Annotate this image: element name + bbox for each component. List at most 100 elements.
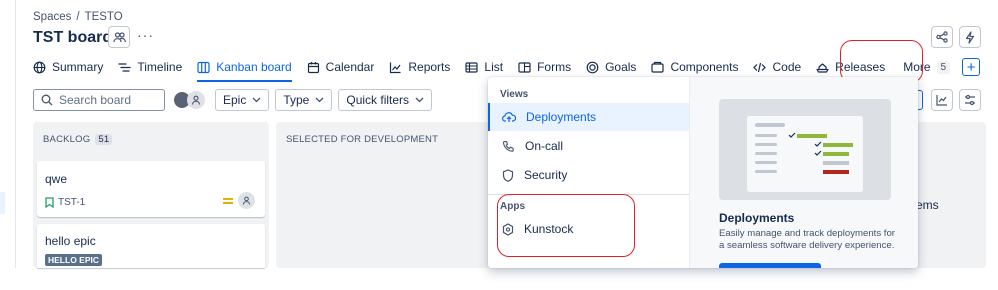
view-settings-button[interactable] <box>959 89 981 111</box>
add-view-button[interactable]: + <box>962 58 981 76</box>
view-preview-panel: Deployments Easily manage and track depl… <box>689 77 918 268</box>
breadcrumb-spaces[interactable]: Spaces <box>33 11 71 23</box>
breadcrumb: Spaces / TESTO <box>33 11 123 23</box>
share-icon <box>936 31 948 43</box>
tab-label: List <box>484 60 504 74</box>
column-title: BACKLOG <box>43 134 91 145</box>
chart-line-icon <box>936 95 947 106</box>
code-icon <box>753 62 767 72</box>
more-tab-count: 5 <box>936 60 951 74</box>
issue-card[interactable]: hello epic HELLO EPIC <box>37 224 265 268</box>
card-key-text: TST-1 <box>58 197 86 208</box>
tab-timeline[interactable]: Timeline <box>118 56 182 78</box>
menu-item-deployments[interactable]: Deployments <box>488 103 689 131</box>
menu-divider <box>488 194 689 195</box>
type-filter[interactable]: Type <box>275 89 333 111</box>
breadcrumb-project[interactable]: TESTO <box>85 11 123 23</box>
deployments-illustration <box>719 99 891 200</box>
board-more-actions[interactable]: ··· <box>137 27 154 43</box>
column-placeholder-text: ems <box>916 198 939 212</box>
tab-label: Timeline <box>137 60 183 74</box>
column-count: 51 <box>95 134 113 145</box>
insights-button[interactable] <box>931 89 953 111</box>
menu-item-label: Deployments <box>526 110 597 124</box>
assignee-avatar[interactable] <box>238 192 255 209</box>
tab-label: Kanban board <box>216 60 292 74</box>
tab-code[interactable]: Code <box>753 56 801 78</box>
epic-filter-label: Epic <box>223 93 247 107</box>
tab-list[interactable]: List <box>465 56 503 78</box>
search-placeholder: Search board <box>59 93 132 107</box>
tab-calendar[interactable]: Calendar <box>307 56 374 78</box>
column-header: BACKLOG 51 <box>43 134 113 145</box>
menu-item-label: On-call <box>525 139 564 153</box>
tab-label: Components <box>670 60 739 74</box>
epic-badge: HELLO EPIC <box>45 254 103 266</box>
people-icon <box>112 31 126 42</box>
tab-reports[interactable]: Reports <box>389 56 450 78</box>
tab-label: Releases <box>835 60 886 74</box>
tab-components[interactable]: Components <box>651 56 738 78</box>
list-icon <box>465 61 478 73</box>
chart-line-icon <box>390 62 401 73</box>
menu-item-on-call[interactable]: On-call <box>488 132 689 160</box>
epic-filter[interactable]: Epic <box>215 89 270 111</box>
menu-item-security[interactable]: Security <box>488 161 689 189</box>
column-header: SELECTED FOR DEVELOPMENT <box>286 134 438 145</box>
view-tabs: Summary Timeline Kanban board Calendar R… <box>33 55 981 82</box>
tab-label: Forms <box>537 60 572 74</box>
apps-heading: Apps <box>500 201 525 212</box>
timeline-icon <box>118 62 131 72</box>
story-icon <box>45 197 54 208</box>
chevron-down-icon <box>252 97 261 103</box>
more-views-menu: Views Deployments On-call Security Apps … <box>488 77 689 268</box>
hexagon-icon <box>502 222 514 236</box>
tab-label: Reports <box>408 60 451 74</box>
left-sidebar-edge <box>0 0 16 268</box>
team-button[interactable] <box>108 26 130 48</box>
column-backlog: BACKLOG 51 qwe TST-1 hello epic HELLO EP… <box>33 122 269 268</box>
tab-forms[interactable]: Forms <box>518 56 571 78</box>
ship-icon <box>816 62 829 73</box>
preview-description: Easily manage and track deployments for … <box>719 228 895 251</box>
shield-icon <box>502 168 514 182</box>
calendar-icon <box>307 61 319 73</box>
page-title: TST board <box>33 29 113 46</box>
more-tab-label: More <box>903 60 931 74</box>
globe-icon <box>33 61 46 73</box>
card-title: qwe <box>45 172 68 186</box>
tab-label: Code <box>772 60 802 74</box>
menu-item-label: Kunstock <box>524 222 574 236</box>
tab-label: Summary <box>52 60 104 74</box>
tab-more[interactable]: More 5 + <box>903 58 981 76</box>
more-views-dropdown: Views Deployments On-call Security Apps … <box>488 77 918 268</box>
person-icon <box>191 95 201 105</box>
person-icon <box>242 196 251 205</box>
tab-label: Goals <box>605 60 637 74</box>
quick-filters-label: Quick filters <box>346 93 410 107</box>
phone-icon <box>502 140 514 152</box>
cloud-upload-icon <box>502 112 516 122</box>
tab-goals[interactable]: Goals <box>586 56 636 78</box>
tab-kanban-board[interactable]: Kanban board <box>197 56 293 82</box>
target-icon <box>586 61 599 73</box>
issue-card[interactable]: qwe TST-1 <box>37 161 265 217</box>
chevron-down-icon <box>415 97 424 103</box>
tab-summary[interactable]: Summary <box>33 56 103 78</box>
preview-title: Deployments <box>719 211 795 225</box>
quick-filters[interactable]: Quick filters <box>338 89 433 111</box>
unassigned-avatar[interactable] <box>187 91 205 109</box>
menu-item-kunstock[interactable]: Kunstock <box>488 215 689 243</box>
search-icon <box>41 94 53 106</box>
search-input[interactable]: Search board <box>33 89 165 111</box>
card-key: TST-1 <box>45 197 85 208</box>
card-title: hello epic <box>45 234 96 248</box>
add-view-primary-button[interactable] <box>719 263 821 268</box>
share-button[interactable] <box>931 26 953 48</box>
automation-button[interactable] <box>959 26 981 48</box>
tab-releases[interactable]: Releases <box>816 56 885 78</box>
form-icon <box>518 61 531 73</box>
column-selected-for-development: SELECTED FOR DEVELOPMENT <box>276 122 516 268</box>
priority-medium-icon <box>223 197 233 205</box>
component-icon <box>651 61 665 73</box>
